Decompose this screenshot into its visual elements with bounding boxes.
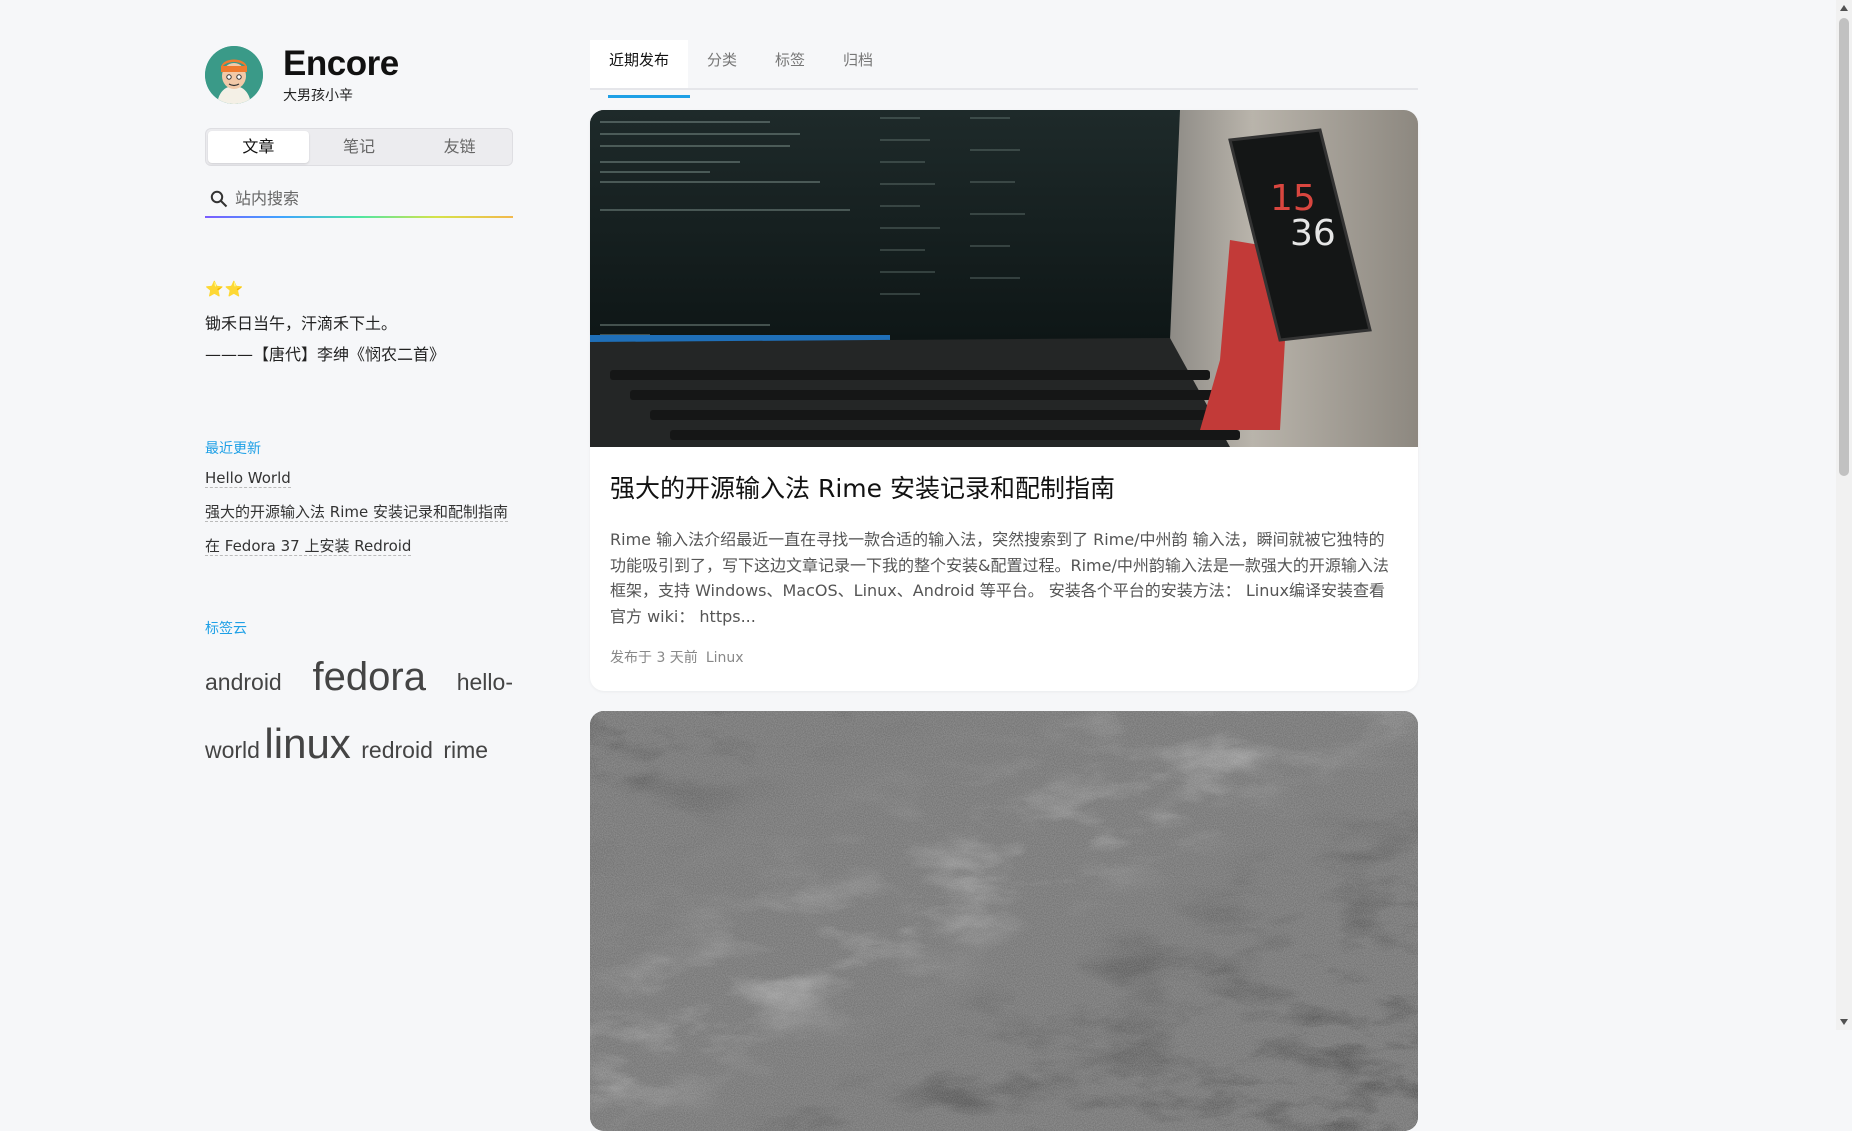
segment-notes[interactable]: 笔记	[309, 131, 410, 163]
tag-rime[interactable]: rime	[443, 737, 488, 763]
scroll-up-icon[interactable]	[1840, 5, 1848, 11]
tag-cloud-section: 标签云 android fedora hello-world linux red…	[205, 618, 513, 783]
avatar[interactable]	[205, 46, 263, 104]
tag-fedora[interactable]: fedora	[313, 655, 426, 699]
tab-bar: 近期发布 分类 标签 归档	[590, 40, 1418, 98]
search-input[interactable]	[205, 187, 507, 209]
star-rating: ⭐⭐	[205, 280, 245, 298]
quote-line: 锄禾日当午，汗滴禾下土。	[205, 314, 398, 333]
tag-android[interactable]: android	[205, 669, 282, 695]
tab-archive[interactable]: 归档	[824, 40, 892, 88]
tag-cloud: android fedora hello-world linux redroid…	[205, 648, 513, 783]
list-item: 在 Fedora 37 上安装 Redroid	[205, 534, 513, 558]
post-category[interactable]: Linux	[706, 650, 744, 666]
scroll-thumb[interactable]	[1839, 18, 1849, 476]
post-card[interactable]: 15 36 强大的开源输入法 Rime 安装记录和配制指南 Rime 输入法介绍…	[590, 110, 1418, 691]
list-item: Hello World	[205, 466, 513, 490]
recent-link[interactable]: Hello World	[205, 469, 291, 488]
recent-link[interactable]: 在 Fedora 37 上安装 Redroid	[205, 537, 412, 556]
tab-categories[interactable]: 分类	[688, 40, 756, 88]
search-icon	[210, 190, 228, 208]
list-item: 强大的开源输入法 Rime 安装记录和配制指南	[205, 500, 513, 524]
recent-link[interactable]: 强大的开源输入法 Rime 安装记录和配制指南	[205, 503, 508, 522]
tab-tags[interactable]: 标签	[756, 40, 824, 88]
post-meta: 发布于 3 天前 Linux	[610, 647, 1398, 667]
section-switcher: 文章 笔记 友链	[205, 128, 513, 166]
recent-title: 最近更新	[205, 441, 261, 457]
site-title[interactable]: Encore	[283, 45, 399, 83]
brand[interactable]: Encore 大男孩小辛	[205, 40, 513, 110]
quote-source: ———【唐代】李绅《悯农二首》	[205, 345, 446, 364]
tab-recent[interactable]: 近期发布	[590, 40, 691, 98]
post-body: 强大的开源输入法 Rime 安装记录和配制指南 Rime 输入法介绍最近一直在寻…	[590, 447, 1418, 691]
search-underline	[205, 216, 513, 218]
quote: 锄禾日当午，汗滴禾下土。 ———【唐代】李绅《悯农二首》	[205, 308, 513, 370]
search-box	[205, 180, 513, 216]
tag-redroid[interactable]: redroid	[361, 737, 433, 763]
recent-updates: 最近更新 Hello World 强大的开源输入法 Rime 安装记录和配制指南…	[205, 438, 513, 558]
segment-links[interactable]: 友链	[409, 131, 510, 163]
post-cover-image[interactable]: 15 36	[590, 110, 1418, 447]
post-title[interactable]: 强大的开源输入法 Rime 安装记录和配制指南	[610, 469, 1398, 505]
post-cover-image[interactable]	[590, 711, 1418, 1131]
post-date: 发布于 3 天前	[610, 650, 698, 666]
sidebar: Encore 大男孩小辛 文章 笔记 友链 ⭐⭐ 锄禾日当午，汗滴禾下土。 ——…	[205, 40, 513, 783]
tags-title: 标签云	[205, 621, 247, 637]
main-content: 近期发布 分类 标签 归档 15 36 强大的开源输入法 Rime 安装记录和配…	[590, 40, 1418, 1131]
svg-text:36: 36	[1290, 213, 1336, 254]
post-card[interactable]	[590, 711, 1418, 1131]
post-excerpt: Rime 输入法介绍最近一直在寻找一款合适的输入法，突然搜索到了 Rime/中州…	[610, 530, 1389, 626]
site-subtitle: 大男孩小辛	[283, 88, 353, 104]
segment-articles[interactable]: 文章	[208, 131, 309, 163]
page-scrollbar[interactable]	[1836, 0, 1852, 1030]
tag-linux[interactable]: linux	[264, 720, 350, 767]
scroll-down-icon[interactable]	[1840, 1019, 1848, 1025]
